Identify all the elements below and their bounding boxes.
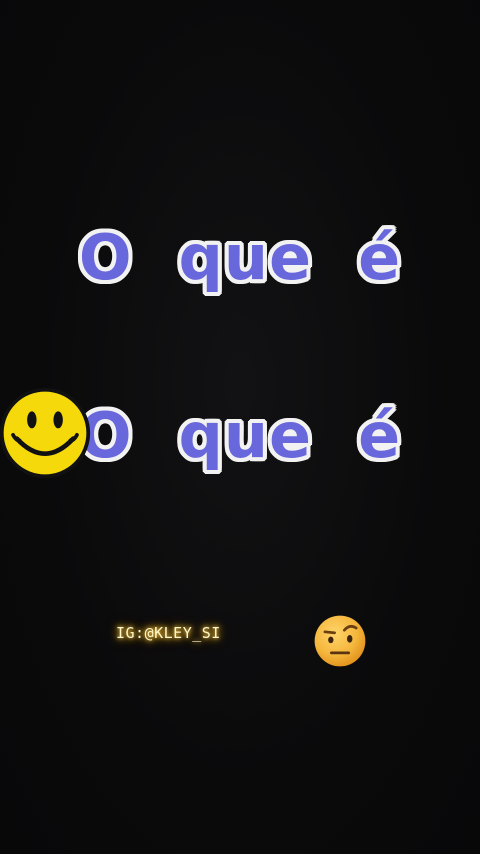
face-with-raised-eyebrow-icon: [314, 615, 366, 667]
caption-word: O: [78, 221, 133, 294]
caption-word: que: [178, 221, 313, 294]
smiley-face-icon: [0, 387, 91, 479]
caption-word: que: [178, 399, 313, 472]
caption-line-1: O que é: [0, 222, 480, 294]
video-frame: O que é O que é IG:@KLEY_SI: [0, 0, 480, 854]
instagram-handle-watermark: IG:@KLEY_SI: [116, 624, 221, 642]
caption-word: é: [358, 399, 402, 472]
caption-word: é: [358, 221, 402, 294]
